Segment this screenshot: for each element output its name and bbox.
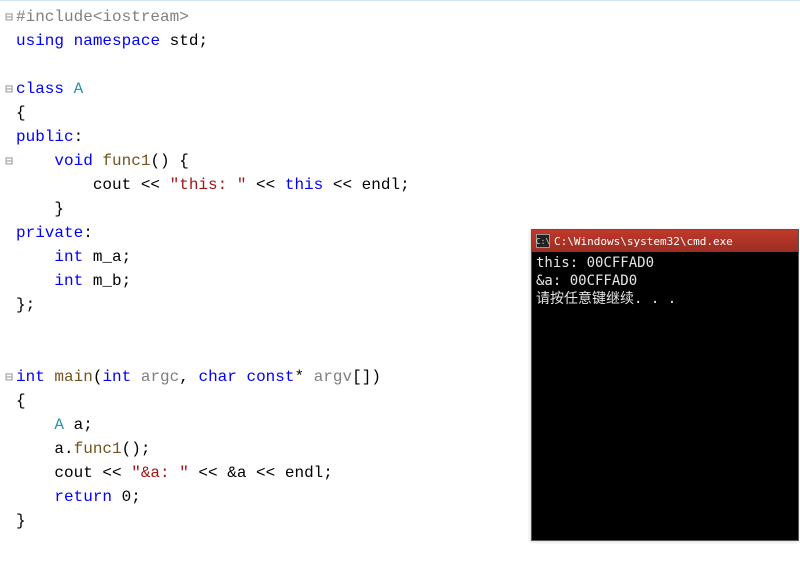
fold-toggle[interactable]: ⊟ [2, 370, 16, 385]
fold-toggle[interactable]: ⊟ [2, 154, 16, 169]
console-titlebar[interactable]: C:\ C:\Windows\system32\cmd.exe [532, 230, 798, 252]
code-line: cout << "this: " << this << endl; [2, 173, 798, 197]
code-line: ⊟ class A [2, 77, 798, 101]
code-line [2, 53, 798, 77]
console-title: C:\Windows\system32\cmd.exe [554, 235, 733, 248]
code-line: using namespace std; [2, 29, 798, 53]
code-line: } [2, 197, 798, 221]
console-window[interactable]: C:\ C:\Windows\system32\cmd.exe this: 00… [531, 229, 799, 541]
code-line: public: [2, 125, 798, 149]
fold-toggle[interactable]: ⊟ [2, 10, 16, 25]
cmd-icon: C:\ [536, 234, 550, 248]
fold-toggle[interactable]: ⊟ [2, 82, 16, 97]
code-line: ⊟ #include<iostream> [2, 5, 798, 29]
code-line: ⊟ void func1() { [2, 149, 798, 173]
console-output: this: 00CFFAD0 &a: 00CFFAD0 请按任意键继续. . . [532, 252, 798, 540]
code-line: { [2, 101, 798, 125]
